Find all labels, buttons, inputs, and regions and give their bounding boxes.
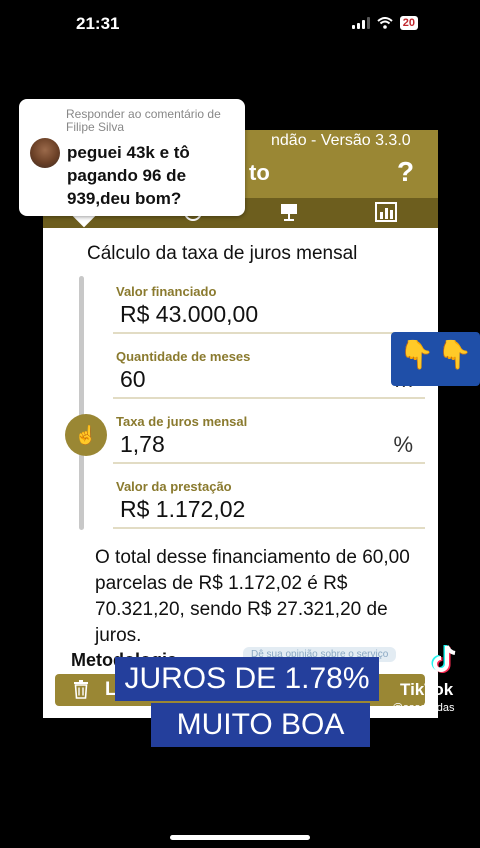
bar-chart-icon[interactable] bbox=[375, 202, 397, 222]
caption-line-2: MUITO BOA bbox=[151, 703, 370, 747]
thumbs-up-icon[interactable]: ☝ bbox=[65, 414, 107, 456]
caption-line-1: JUROS DE 1.78% bbox=[115, 657, 379, 701]
tiktok-wordmark: TikTok bbox=[400, 680, 454, 699]
cellular-signal-icon bbox=[351, 17, 370, 29]
field-value[interactable]: R$ 1.172,02 bbox=[120, 496, 245, 523]
slider-track[interactable] bbox=[79, 276, 84, 530]
app-screenshot: ndão - Versão 3.3.0 to ? Cálculo da taxa… bbox=[43, 130, 438, 718]
status-icons: 20 bbox=[351, 16, 418, 30]
emoji-badge: 👇 👇 bbox=[391, 332, 480, 386]
home-indicator[interactable] bbox=[170, 835, 310, 840]
field-quantidade-meses[interactable]: Quantidade de meses 60 m bbox=[113, 349, 425, 399]
help-icon[interactable]: ? bbox=[397, 156, 414, 188]
status-bar: 21:31 20 bbox=[0, 0, 480, 50]
summary-text: O total desse financiamento de 60,00 par… bbox=[95, 547, 410, 646]
comment-reply-header: Responder ao comentário de Filipe Silva bbox=[66, 107, 221, 134]
section-title: Cálculo da taxa de juros mensal bbox=[87, 243, 358, 264]
field-taxa-juros[interactable]: Taxa de juros mensal 1,78 % bbox=[113, 414, 425, 464]
app-title: to bbox=[249, 160, 270, 185]
tiktok-handle: @sosdividas bbox=[392, 702, 455, 714]
pointing-down-icon: 👇 bbox=[437, 339, 472, 370]
video-caption: JUROS DE 1.78% MUITO BOA bbox=[115, 657, 379, 749]
wifi-icon bbox=[377, 17, 393, 29]
field-value[interactable]: 60 bbox=[120, 366, 146, 393]
avatar bbox=[30, 138, 60, 168]
comment-text: peguei 43k e tô pagando 96 de 939,deu bo… bbox=[67, 143, 190, 208]
field-label: Quantidade de meses bbox=[116, 349, 251, 364]
battery-icon: 20 bbox=[399, 16, 418, 30]
tiktok-logo-icon bbox=[431, 645, 456, 673]
field-valor-prestacao[interactable]: Valor da prestação R$ 1.172,02 bbox=[113, 479, 425, 529]
pointing-down-icon: 👇 bbox=[399, 339, 434, 370]
status-time: 21:31 bbox=[76, 14, 120, 33]
field-label: Valor financiado bbox=[116, 284, 217, 299]
field-unit: % bbox=[393, 432, 413, 457]
field-valor-financiado[interactable]: Valor financiado R$ 43.000,00 bbox=[113, 284, 425, 334]
field-label: Taxa de juros mensal bbox=[116, 414, 248, 429]
reply-comment-bubble: Responder ao comentário de Filipe Silva … bbox=[19, 99, 245, 216]
presentation-icon[interactable] bbox=[279, 202, 299, 222]
field-value[interactable]: R$ 43.000,00 bbox=[120, 301, 258, 328]
app-version: ndão - Versão 3.3.0 bbox=[271, 132, 411, 149]
trash-icon bbox=[74, 680, 88, 699]
field-label: Valor da prestação bbox=[116, 479, 232, 494]
field-value[interactable]: 1,78 bbox=[120, 431, 165, 458]
